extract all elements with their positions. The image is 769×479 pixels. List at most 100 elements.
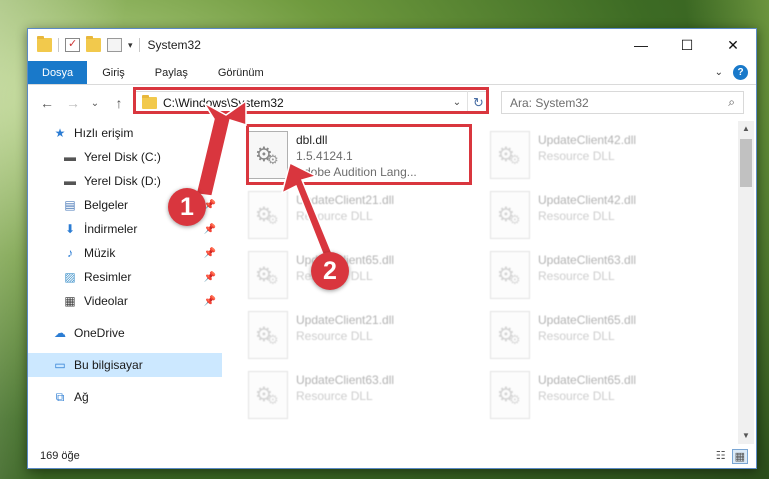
file-tile[interactable]: UpdateClient21.dll Resource DLL [248,185,473,242]
details-view-icon[interactable]: ☷ [716,449,726,464]
drive-icon: ▬ [64,150,76,164]
search-box[interactable]: Ara: System32 ⌕ [501,91,744,114]
file-tile[interactable]: UpdateClient65.dllResource DLL [248,245,473,302]
sidebar-item-pictures[interactable]: ▨ Resimler 📌 [28,265,222,289]
item-count: 169 öğe [40,450,80,462]
file-name: UpdateClient63.dll [538,253,637,267]
file-tile[interactable]: UpdateClient65.dllResource DLL [490,305,715,362]
tab-file[interactable]: Dosya [28,61,88,84]
sidebar-item-label: Hızlı erişim [74,126,134,140]
dll-file-icon [248,131,288,179]
tab-home[interactable]: Giriş [87,61,140,84]
file-name: dbl.dll [296,133,328,147]
scroll-down-button[interactable]: ▼ [738,428,754,444]
file-tile[interactable]: UpdateClient63.dll Resource DLL [248,365,473,422]
status-bar: 169 öğe ☷ ▦ [28,444,756,468]
tab-view[interactable]: Görünüm [203,61,279,84]
sidebar-item-videos[interactable]: ▦ Videolar 📌 [28,289,222,313]
forward-button[interactable]: → [62,95,84,111]
help-icon[interactable]: ? [733,65,748,80]
minimize-button[interactable]: — [618,29,664,61]
recent-locations-dropdown[interactable]: ⌄ [84,98,106,109]
window-title: System32 [147,38,201,52]
tiles-view-icon[interactable]: ▦ [731,449,748,464]
dll-file-icon [490,251,530,299]
dll-file-icon [490,191,530,239]
customize-toolbar-dropdown[interactable]: ▾ [128,40,133,51]
address-bar[interactable]: C:\Windows\System32 ⌄ [135,91,489,114]
tab-share[interactable]: Paylaş [140,61,203,84]
ribbon-right: ⌄ ? [715,65,748,80]
separator [58,38,59,52]
scroll-up-button[interactable]: ▲ [738,121,754,137]
cloud-icon: ☁ [54,326,66,340]
file-tile[interactable]: UpdateClient21.dll Resource DLL [248,305,473,362]
file-name: UpdateClient42.dll [538,133,637,147]
file-tile[interactable]: UpdateClient42.dll Resource DLL [490,185,715,242]
callout-2: 2 [311,252,349,290]
dll-file-icon [248,251,288,299]
file-tile[interactable]: UpdateClient63.dll Resource DLL [490,245,715,302]
file-name: UpdateClient65.dll [538,373,637,387]
network-icon: ⧉ [55,389,65,404]
pin-icon: 📌 [203,271,216,283]
navigation-bar: ← → ⌄ ↑ C:\Windows\System32 ⌄ ↻ Ara: Sys… [28,86,756,120]
new-folder-icon[interactable] [86,36,101,52]
pin-icon: 📌 [203,223,216,235]
pin-icon: 📌 [203,247,216,259]
sidebar-item-network[interactable]: ⧉ Ağ [28,385,222,409]
sidebar-item-label: Müzik [84,246,116,260]
file-list: dbl.dll 1.5.4124.1 Adobe Audition Lang..… [228,121,738,441]
sidebar-item-onedrive[interactable]: ☁ OneDrive [28,321,222,345]
file-tile[interactable]: UpdateClient65.dllResource DLL [490,365,715,422]
downloads-icon: ⬇ [64,222,76,236]
pin-icon: 📌 [203,175,216,187]
properties-icon[interactable] [65,37,80,52]
refresh-button[interactable]: ↻ [467,91,489,114]
search-input[interactable]: Ara: System32 [510,96,589,110]
search-icon: ⌕ [728,95,735,109]
sidebar-item-music[interactable]: ♪ Müzik 📌 [28,241,222,265]
address-dropdown[interactable]: ⌄ [448,97,466,108]
sidebar-item-local-disk-c[interactable]: ▬ Yerel Disk (C:) 📌 [28,145,222,169]
documents-icon: ▤ [64,198,76,212]
file-description: Adobe Audition Lang... [296,165,417,179]
quick-access-toolbar: ▾ [28,29,140,61]
file-tile[interactable]: UpdateClient42.dll Resource DLL [490,125,715,182]
sidebar-item-quick-access[interactable]: ★ Hızlı erişim [28,121,222,145]
scroll-thumb[interactable] [740,139,752,187]
expand-ribbon-icon[interactable]: ⌄ [715,67,723,78]
view-toggle: ☷ ▦ [716,449,748,464]
file-tile-dbl-dll[interactable]: dbl.dll 1.5.4124.1 Adobe Audition Lang..… [248,125,473,182]
address-path[interactable]: C:\Windows\System32 [163,96,448,110]
file-explorer-window: ▾ System32 — ☐ ✕ Dosya Giriş Paylaş Görü… [27,28,757,469]
sidebar-item-label: OneDrive [74,326,125,340]
title-bar: ▾ System32 — ☐ ✕ [28,29,756,61]
file-name: UpdateClient63.dll [296,373,395,387]
sidebar-item-label: Bu bilgisayar [74,358,143,372]
maximize-button[interactable]: ☐ [664,29,710,61]
file-version: 1.5.4124.1 [296,149,353,163]
star-icon: ★ [54,126,66,140]
back-button[interactable]: ← [36,95,58,111]
rename-icon[interactable] [107,38,122,52]
dll-file-icon [248,311,288,359]
ribbon-tabs: Dosya Giriş Paylaş Görünüm ⌄ ? [28,61,756,85]
videos-icon: ▦ [64,294,76,308]
file-type: Resource DLL [296,329,373,343]
sidebar-item-this-pc[interactable]: ▭ Bu bilgisayar [28,353,222,377]
separator [138,38,140,52]
dll-file-icon [490,311,530,359]
file-type: Resource DLL [538,269,615,283]
pin-icon: 📌 [203,295,216,307]
file-name: UpdateClient65.dll [538,313,637,327]
vertical-scrollbar[interactable]: ▲ ▼ [738,121,754,444]
close-button[interactable]: ✕ [710,29,756,61]
sidebar-item-label: Videolar [84,294,128,308]
sidebar-item-label: Resimler [84,270,132,284]
sidebar-item-label: Belgeler [84,198,129,212]
folder-icon [37,36,52,52]
up-button[interactable]: ↑ [108,95,130,111]
